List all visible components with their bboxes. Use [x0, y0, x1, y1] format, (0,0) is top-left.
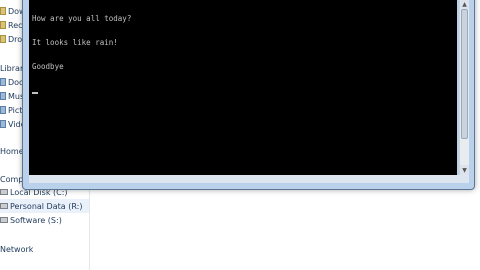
library-icon [0, 120, 6, 128]
drive-icon [0, 217, 8, 223]
nav-header-label: Home [0, 146, 24, 156]
console-line: How are you all today? [32, 14, 132, 23]
drive-icon [0, 189, 8, 195]
folder-icon [0, 7, 6, 15]
window-bottom-frame [29, 175, 469, 183]
library-icon [0, 92, 6, 100]
text-cursor [32, 92, 38, 94]
nav-libraries-header[interactable]: Librar [0, 61, 23, 75]
console-window[interactable]: How are you all today? It looks like rai… [22, 0, 475, 190]
nav-header-label: Librar [0, 63, 24, 73]
drive-icon [0, 203, 8, 209]
console-text: How are you all today? It looks like rai… [32, 0, 131, 110]
console-line: It looks like rain! [32, 38, 118, 47]
nav-homegroup[interactable]: Home [0, 144, 24, 158]
nav-header-label: Network [0, 244, 34, 254]
nav-item-label: Software (S:) [10, 215, 62, 225]
scroll-down-icon[interactable]: ▼ [460, 165, 469, 175]
scroll-up-icon[interactable]: ▲ [460, 0, 469, 9]
nav-computer-header[interactable]: Comp [0, 172, 23, 186]
nav-header-label: Comp [0, 174, 24, 184]
nav-item-label: Personal Data (R:) [10, 201, 83, 211]
pane-divider [89, 180, 90, 270]
nav-item-software[interactable]: Software (S:) [0, 213, 62, 227]
nav-item-personal-data[interactable]: Personal Data (R:) [0, 199, 89, 213]
vertical-scrollbar[interactable]: ▲ ▼ [459, 0, 469, 175]
nav-item-music[interactable]: Mus [0, 89, 24, 103]
folder-icon [0, 35, 6, 43]
scroll-thumb[interactable] [461, 9, 468, 139]
library-icon [0, 106, 6, 114]
nav-network[interactable]: Network [0, 242, 33, 256]
console-line: Goodbye [32, 62, 64, 71]
library-icon [0, 78, 6, 86]
console-output[interactable]: How are you all today? It looks like rai… [29, 0, 457, 175]
folder-icon [0, 21, 6, 29]
